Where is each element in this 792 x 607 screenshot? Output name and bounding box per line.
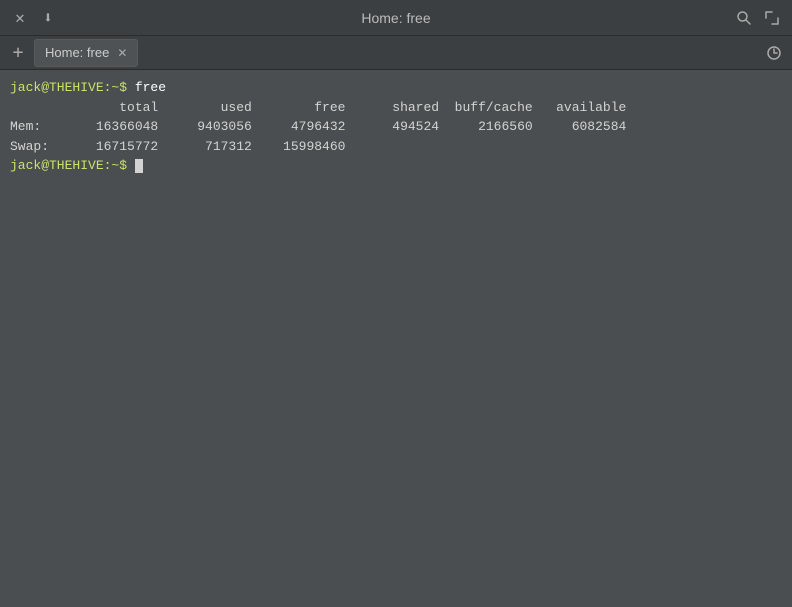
- output-swap: Swap: 16715772 717312 15998460: [10, 137, 782, 157]
- title-bar-right: [734, 8, 782, 28]
- command-line-1: jack@THEHIVE:~$ free: [10, 78, 782, 98]
- tab-bar: + Home: free ✕: [0, 36, 792, 70]
- prompt-2: jack@THEHIVE:~$: [10, 158, 135, 173]
- title-bar-left: ✕ ⬇: [10, 8, 58, 28]
- tab-history-button[interactable]: [760, 39, 788, 67]
- title-bar: ✕ ⬇ Home: free: [0, 0, 792, 36]
- command-1: free: [135, 80, 166, 95]
- output-mem: Mem: 16366048 9403056 4796432 494524 216…: [10, 117, 782, 137]
- search-icon[interactable]: [734, 8, 754, 28]
- output-header: total used free shared buff/cache availa…: [10, 98, 782, 118]
- terminal-output[interactable]: jack@THEHIVE:~$ free total used free sha…: [0, 70, 792, 607]
- cursor: [135, 159, 143, 173]
- expand-icon[interactable]: [762, 8, 782, 28]
- new-tab-button[interactable]: +: [4, 39, 32, 67]
- minimize-icon[interactable]: ⬇: [38, 8, 58, 28]
- window-title: Home: free: [361, 10, 430, 26]
- tab-close-button[interactable]: ✕: [117, 46, 127, 60]
- tab-home-free[interactable]: Home: free ✕: [34, 39, 138, 67]
- prompt-1: jack@THEHIVE:~$: [10, 80, 135, 95]
- close-icon[interactable]: ✕: [10, 8, 30, 28]
- command-line-2: jack@THEHIVE:~$: [10, 156, 782, 176]
- tab-label: Home: free: [45, 45, 109, 60]
